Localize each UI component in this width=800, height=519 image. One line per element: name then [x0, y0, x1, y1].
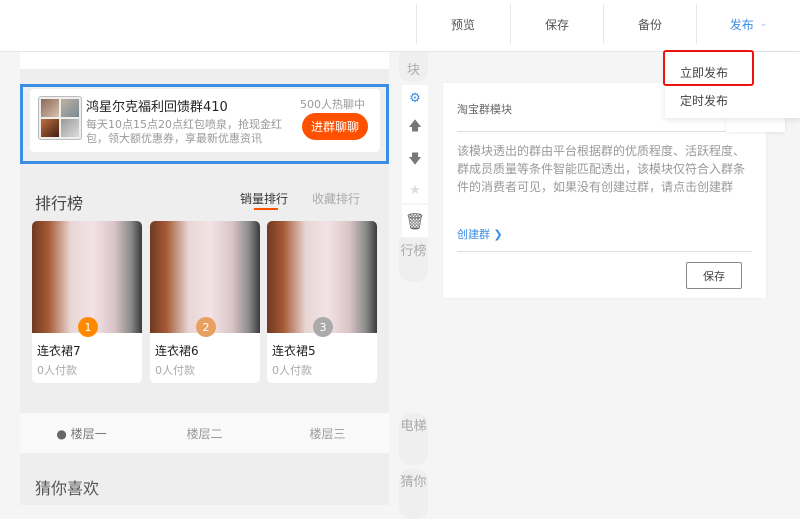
preview-label: 预览 — [450, 17, 475, 32]
module-tools: ⚙ 🡅 🡇 ★ — [402, 85, 428, 203]
side-label-module[interactable]: 块 — [399, 52, 428, 82]
save-button[interactable]: 保存 — [510, 4, 603, 44]
floor-label: 楼层一 — [70, 426, 107, 441]
create-group-link[interactable]: 创建群 ❯ — [457, 226, 503, 242]
floor-tab-1[interactable]: ● 楼层一 — [20, 425, 143, 442]
create-group-label: 创建群 — [457, 228, 490, 241]
previous-module[interactable] — [20, 52, 389, 69]
chevron-right-icon: ❯ — [493, 228, 503, 241]
rank-badge: 1 — [78, 317, 98, 337]
backup-button[interactable]: 备份 — [603, 4, 696, 44]
product-sold: 0人付款 — [37, 364, 77, 377]
product-card[interactable]: 1 连衣裙7 0人付款 — [32, 221, 142, 383]
divider — [457, 131, 752, 132]
publish-button[interactable]: 发布 ⌄ — [696, 4, 800, 44]
arrow-down-icon[interactable]: 🡇 — [408, 150, 421, 172]
rank-badge: 2 — [196, 317, 216, 337]
gear-icon[interactable]: ⚙ — [409, 91, 421, 106]
trash-icon[interactable]: 🗑 — [402, 205, 428, 237]
join-group-button[interactable]: 进群聊聊 — [302, 113, 368, 140]
group-avatar — [38, 96, 82, 140]
chevron-down-icon: ⌄ — [759, 19, 768, 29]
product-sold: 0人付款 — [155, 364, 195, 377]
product-card[interactable]: 3 连衣裙5 0人付款 — [267, 221, 377, 383]
floor-tab-2[interactable]: 楼层二 — [143, 425, 266, 442]
divider — [457, 251, 752, 252]
product-sold: 0人付款 — [272, 364, 312, 377]
guess-you-like-title: 猜你喜欢 — [35, 479, 100, 498]
tab-sales-ranking[interactable]: 销量排行 — [240, 190, 288, 210]
save-label: 保存 — [544, 17, 569, 32]
rank-badge: 3 — [313, 317, 333, 337]
location-pin-icon: ● — [56, 426, 67, 441]
menu-item-scheduled-publish[interactable]: 定时发布 — [680, 92, 728, 109]
side-label-elevator[interactable]: 电梯 — [399, 413, 428, 465]
ranking-title: 排行榜 — [35, 194, 84, 213]
side-label-ranking[interactable]: 行榜 — [399, 238, 428, 282]
tab-favorites-ranking[interactable]: 收藏排行 — [312, 190, 360, 207]
preview-button[interactable]: 预览 — [416, 4, 509, 44]
top-toolbar: 预览 保存 备份 发布 ⌄ — [0, 0, 800, 52]
panel-save-button[interactable]: 保存 — [686, 262, 742, 289]
publish-label: 发布 — [729, 17, 754, 32]
product-name: 连衣裙7 — [37, 344, 81, 358]
product-card[interactable]: 2 连衣裙6 0人付款 — [150, 221, 260, 383]
backup-label: 备份 — [637, 17, 662, 32]
highlight-box — [663, 50, 754, 86]
group-hot-count: 500人热聊中 — [300, 98, 365, 111]
floor-tab-3[interactable]: 楼层三 — [266, 425, 389, 442]
group-name: 鸿星尔克福利回馈群410 — [86, 100, 228, 115]
panel-title: 淘宝群模块 — [457, 103, 512, 116]
group-description: 每天10点15点20点红包喷泉，抢现金红包，领大额优惠券，享最新优惠资讯 — [86, 118, 282, 145]
floor-nav: ● 楼层一 楼层二 楼层三 — [20, 413, 389, 453]
panel-description: 该模块透出的群由平台根据群的优质程度、活跃程度、群成员质量等条件智能匹配透出，该… — [457, 144, 746, 194]
product-name: 连衣裙5 — [272, 344, 316, 358]
arrow-up-icon[interactable]: 🡅 — [408, 117, 421, 139]
side-label-guess[interactable]: 猜你 — [399, 469, 428, 519]
star-icon[interactable]: ★ — [409, 183, 421, 198]
product-name: 连衣裙6 — [155, 344, 199, 358]
